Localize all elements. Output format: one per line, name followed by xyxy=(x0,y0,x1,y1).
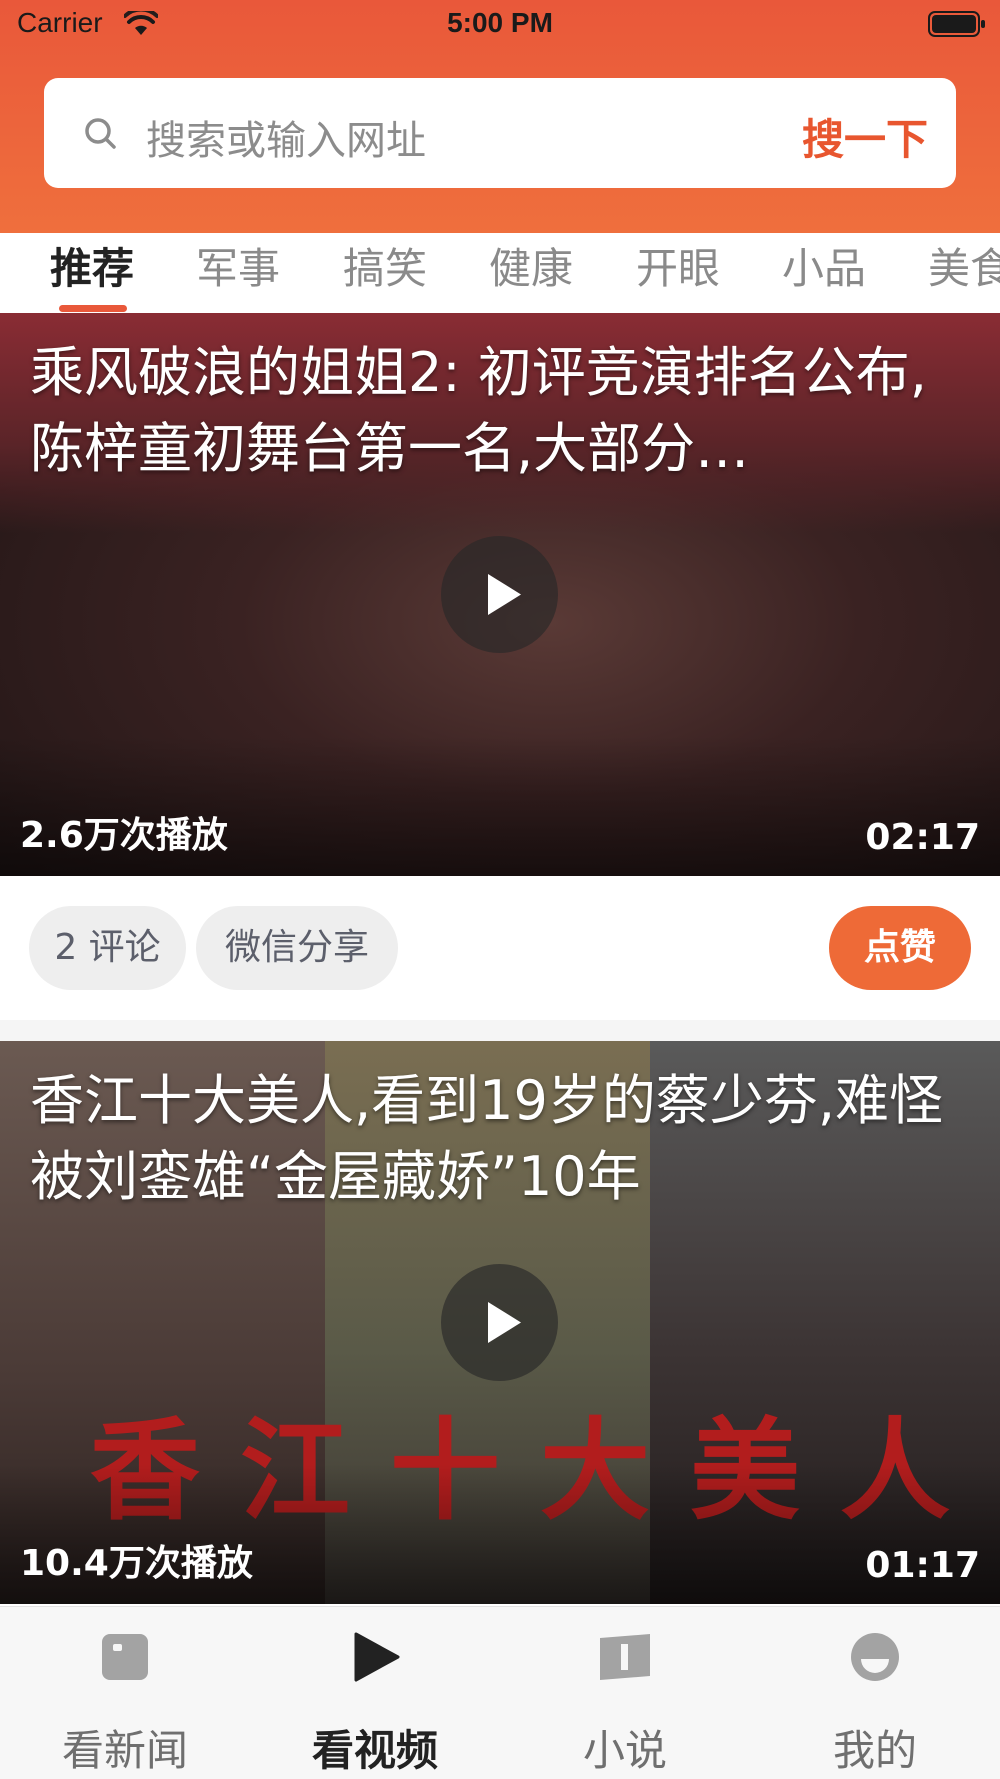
news-icon xyxy=(102,1634,148,1680)
profile-icon xyxy=(851,1633,899,1681)
play-count: 2.6万次播放 xyxy=(20,815,228,856)
tab-health[interactable]: 健康 xyxy=(489,235,573,296)
header-bar: Carrier 5:00 PM 搜索或输入网址 搜一下 xyxy=(0,0,1000,233)
active-tab-indicator xyxy=(59,305,127,312)
nav-label: 看新闻 xyxy=(61,1726,188,1775)
video-action-row: 2 评论 微信分享 点赞 xyxy=(0,876,1000,1020)
tab-eye-opener[interactable]: 开眼 xyxy=(636,235,720,296)
play-button[interactable] xyxy=(441,1264,558,1381)
nav-item-novel[interactable]: 小说 xyxy=(500,1607,750,1779)
nav-item-news[interactable]: 看新闻 xyxy=(0,1607,250,1779)
video-title[interactable]: 香江十大美人,看到19岁的蔡少芬,难怪被刘銮雄“金屋藏娇”10年 xyxy=(30,1063,970,1215)
tab-funny[interactable]: 搞笑 xyxy=(343,235,427,296)
card-divider xyxy=(0,1020,1000,1041)
tab-recommend[interactable]: 推荐 xyxy=(50,235,134,296)
play-icon xyxy=(488,1302,521,1343)
tab-military[interactable]: 军事 xyxy=(196,235,280,296)
video-title[interactable]: 乘风破浪的姐姐2: 初评竞演排名公布,陈梓童初舞台第一名,大部分… xyxy=(30,335,970,487)
comments-button[interactable]: 2 评论 xyxy=(29,906,186,990)
like-button[interactable]: 点赞 xyxy=(829,906,971,990)
nav-label: 看视频 xyxy=(311,1726,438,1775)
search-button[interactable]: 搜一下 xyxy=(802,106,928,167)
play-icon xyxy=(488,574,521,615)
play-count: 10.4万次播放 xyxy=(20,1543,253,1584)
search-input[interactable]: 搜索或输入网址 xyxy=(146,108,426,166)
book-icon xyxy=(600,1634,650,1680)
video-card[interactable]: 乘风破浪的姐姐2: 初评竞演排名公布,陈梓童初舞台第一名,大部分… 2.6万次播… xyxy=(0,313,1000,876)
video-duration: 02:17 xyxy=(865,817,980,858)
search-bar[interactable]: 搜索或输入网址 搜一下 xyxy=(44,78,956,188)
video-card[interactable]: 香江十大美人 香江十大美人,看到19岁的蔡少芬,难怪被刘銮雄“金屋藏娇”10年 … xyxy=(0,1041,1000,1604)
status-time: 5:00 PM xyxy=(447,7,553,38)
category-tabs: 推荐 军事 搞笑 健康 开眼 小品 美食 xyxy=(0,233,1000,313)
battery-icon xyxy=(928,11,985,37)
status-bar: Carrier 5:00 PM xyxy=(0,0,1000,50)
play-button[interactable] xyxy=(441,536,558,653)
tab-food[interactable]: 美食 xyxy=(928,235,1000,296)
bottom-nav: 看新闻 看视频 小说 我的 xyxy=(0,1606,1000,1779)
nav-label: 小说 xyxy=(582,1726,667,1775)
video-duration: 01:17 xyxy=(865,1545,980,1586)
tab-sketch[interactable]: 小品 xyxy=(782,235,866,296)
nav-item-video[interactable]: 看视频 xyxy=(250,1607,500,1779)
search-icon xyxy=(85,118,116,149)
nav-item-profile[interactable]: 我的 xyxy=(750,1607,1000,1779)
play-icon xyxy=(354,1632,400,1682)
wechat-share-button[interactable]: 微信分享 xyxy=(196,906,398,990)
nav-label: 我的 xyxy=(832,1726,917,1775)
